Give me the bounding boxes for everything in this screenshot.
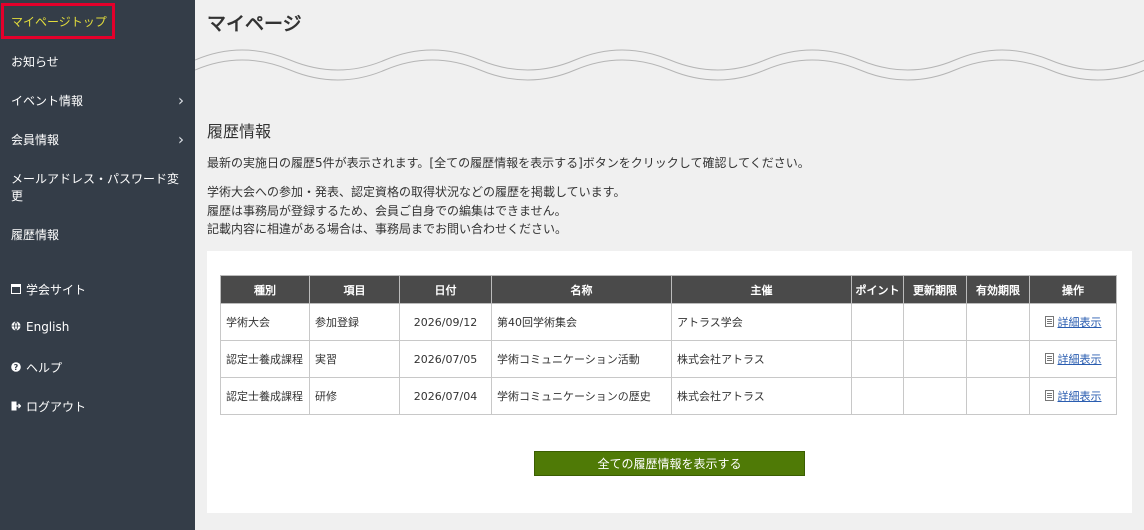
wave-divider <box>195 49 1144 81</box>
column-header: 有効期限 <box>966 275 1030 304</box>
document-icon <box>1044 390 1054 401</box>
column-header: 主催 <box>671 275 852 304</box>
cell-date: 2026/07/05 <box>399 340 492 378</box>
sidebar-item-mypage-top[interactable]: マイページトップ <box>0 13 195 33</box>
cell-point <box>851 340 904 378</box>
table-row: 学術大会 参加登録 2026/09/12 第40回学術集会 アトラス学会 詳細表… <box>220 303 1117 341</box>
description-line: 学術大会への参加・発表、認定資格の取得状況などの履歴を掲載しています。 <box>207 185 626 199</box>
sidebar-link-logout[interactable]: ログアウト <box>0 398 195 416</box>
sidebar-item-email-password[interactable]: メールアドレス・パスワード変 更 <box>0 171 195 207</box>
column-header: 更新期限 <box>903 275 967 304</box>
table-row: 認定士養成課程 研修 2026/07/04 学術コミュニケーションの歴史 株式会… <box>220 377 1117 415</box>
cell-host: 株式会社アトラス <box>671 377 852 415</box>
sidebar-item-events[interactable]: イベント情報 › <box>0 92 195 110</box>
description-line: 履歴は事務局が登録するため、会員ご自身での編集はできません。 <box>207 204 567 218</box>
sidebar-item-label: 履歴情報 <box>11 228 60 242</box>
sidebar-item-member-info[interactable]: 会員情報 › <box>0 131 195 149</box>
cell-valid-deadline <box>966 340 1030 378</box>
history-card: 種別 項目 日付 名称 主催 ポイント 更新期限 有効期限 操作 学術大会 参加… <box>207 251 1132 513</box>
cell-valid-deadline <box>966 303 1030 341</box>
cell-action: 詳細表示 <box>1029 340 1117 378</box>
column-header: 項目 <box>309 275 400 304</box>
sidebar-link-label: English <box>26 320 70 334</box>
sidebar-item-label: お知らせ <box>11 55 59 69</box>
intro-text: 最新の実施日の履歴5件が表示されます。[全ての履歴情報を表示する]ボタンをクリッ… <box>207 156 810 170</box>
sidebar-link-english[interactable]: English <box>0 320 195 338</box>
cell-renew-deadline <box>903 377 967 415</box>
cell-name: 学術コミュニケーションの歴史 <box>491 377 672 415</box>
table-row: 認定士養成課程 実習 2026/07/05 学術コミュニケーション活動 株式会社… <box>220 340 1117 378</box>
sidebar-link-label: ヘルプ <box>26 361 63 375</box>
page-title: マイページ <box>207 13 302 35</box>
sidebar-link-label: ログアウト <box>26 400 87 414</box>
cell-item: 実習 <box>309 340 400 378</box>
cell-renew-deadline <box>903 303 967 341</box>
column-header: 操作 <box>1029 275 1117 304</box>
cell-renew-deadline <box>903 340 967 378</box>
sidebar-link-society-site[interactable]: 学会サイト <box>0 281 195 299</box>
chevron-right-icon: › <box>178 91 184 110</box>
cell-item: 研修 <box>309 377 400 415</box>
window-icon <box>11 284 23 297</box>
column-header: 名称 <box>491 275 672 304</box>
cell-action: 詳細表示 <box>1029 377 1117 415</box>
cell-name: 第40回学術集会 <box>491 303 672 341</box>
sidebar-item-label: 更 <box>11 189 24 203</box>
main-content: マイページ 履歴情報 最新の実施日の履歴5件が表示されます。[全ての履歴情報を表… <box>195 0 1144 530</box>
cell-action: 詳細表示 <box>1029 303 1117 341</box>
sidebar-item-history[interactable]: 履歴情報 <box>0 226 195 244</box>
globe-icon <box>11 321 23 334</box>
cell-host: 株式会社アトラス <box>671 340 852 378</box>
detail-link[interactable]: 詳細表示 <box>1058 353 1102 366</box>
cell-name: 学術コミュニケーション活動 <box>491 340 672 378</box>
cell-valid-deadline <box>966 377 1030 415</box>
column-header: 種別 <box>220 275 310 304</box>
detail-link[interactable]: 詳細表示 <box>1058 316 1102 329</box>
sidebar-item-label: イベント情報 <box>11 94 84 108</box>
sidebar-item-news[interactable]: お知らせ <box>0 53 195 71</box>
logout-icon <box>11 401 23 414</box>
detail-link[interactable]: 詳細表示 <box>1058 390 1102 403</box>
cell-item: 参加登録 <box>309 303 400 341</box>
show-all-history-button[interactable]: 全ての履歴情報を表示する <box>534 451 805 476</box>
cell-date: 2026/09/12 <box>399 303 492 341</box>
cell-type: 認定士養成課程 <box>220 340 310 378</box>
column-header: ポイント <box>851 275 904 304</box>
cell-point <box>851 377 904 415</box>
history-table: 種別 項目 日付 名称 主催 ポイント 更新期限 有効期限 操作 学術大会 参加… <box>220 275 1117 415</box>
sidebar-link-help[interactable]: ? ヘルプ <box>0 359 195 377</box>
cell-type: 学術大会 <box>220 303 310 341</box>
cell-type: 認定士養成課程 <box>220 377 310 415</box>
chevron-right-icon: › <box>178 130 184 149</box>
cell-point <box>851 303 904 341</box>
document-icon <box>1044 353 1054 364</box>
sidebar-item-label: メールアドレス・パスワード変 <box>11 172 180 186</box>
document-icon <box>1044 316 1054 327</box>
sidebar: マイページトップ お知らせ イベント情報 › 会員情報 › メールアドレス・パス… <box>0 0 195 530</box>
section-title: 履歴情報 <box>207 122 272 141</box>
question-icon: ? <box>11 362 23 375</box>
sidebar-link-label: 学会サイト <box>26 283 87 297</box>
column-header: 日付 <box>399 275 492 304</box>
sidebar-item-label: マイページトップ <box>11 15 107 29</box>
description-line: 記載内容に相違がある場合は、事務局までお問い合わせください。 <box>207 222 568 236</box>
svg-text:?: ? <box>14 363 19 372</box>
cell-date: 2026/07/04 <box>399 377 492 415</box>
cell-host: アトラス学会 <box>671 303 852 341</box>
sidebar-item-label: 会員情報 <box>11 133 60 147</box>
table-header-row: 種別 項目 日付 名称 主催 ポイント 更新期限 有効期限 操作 <box>220 275 1117 304</box>
